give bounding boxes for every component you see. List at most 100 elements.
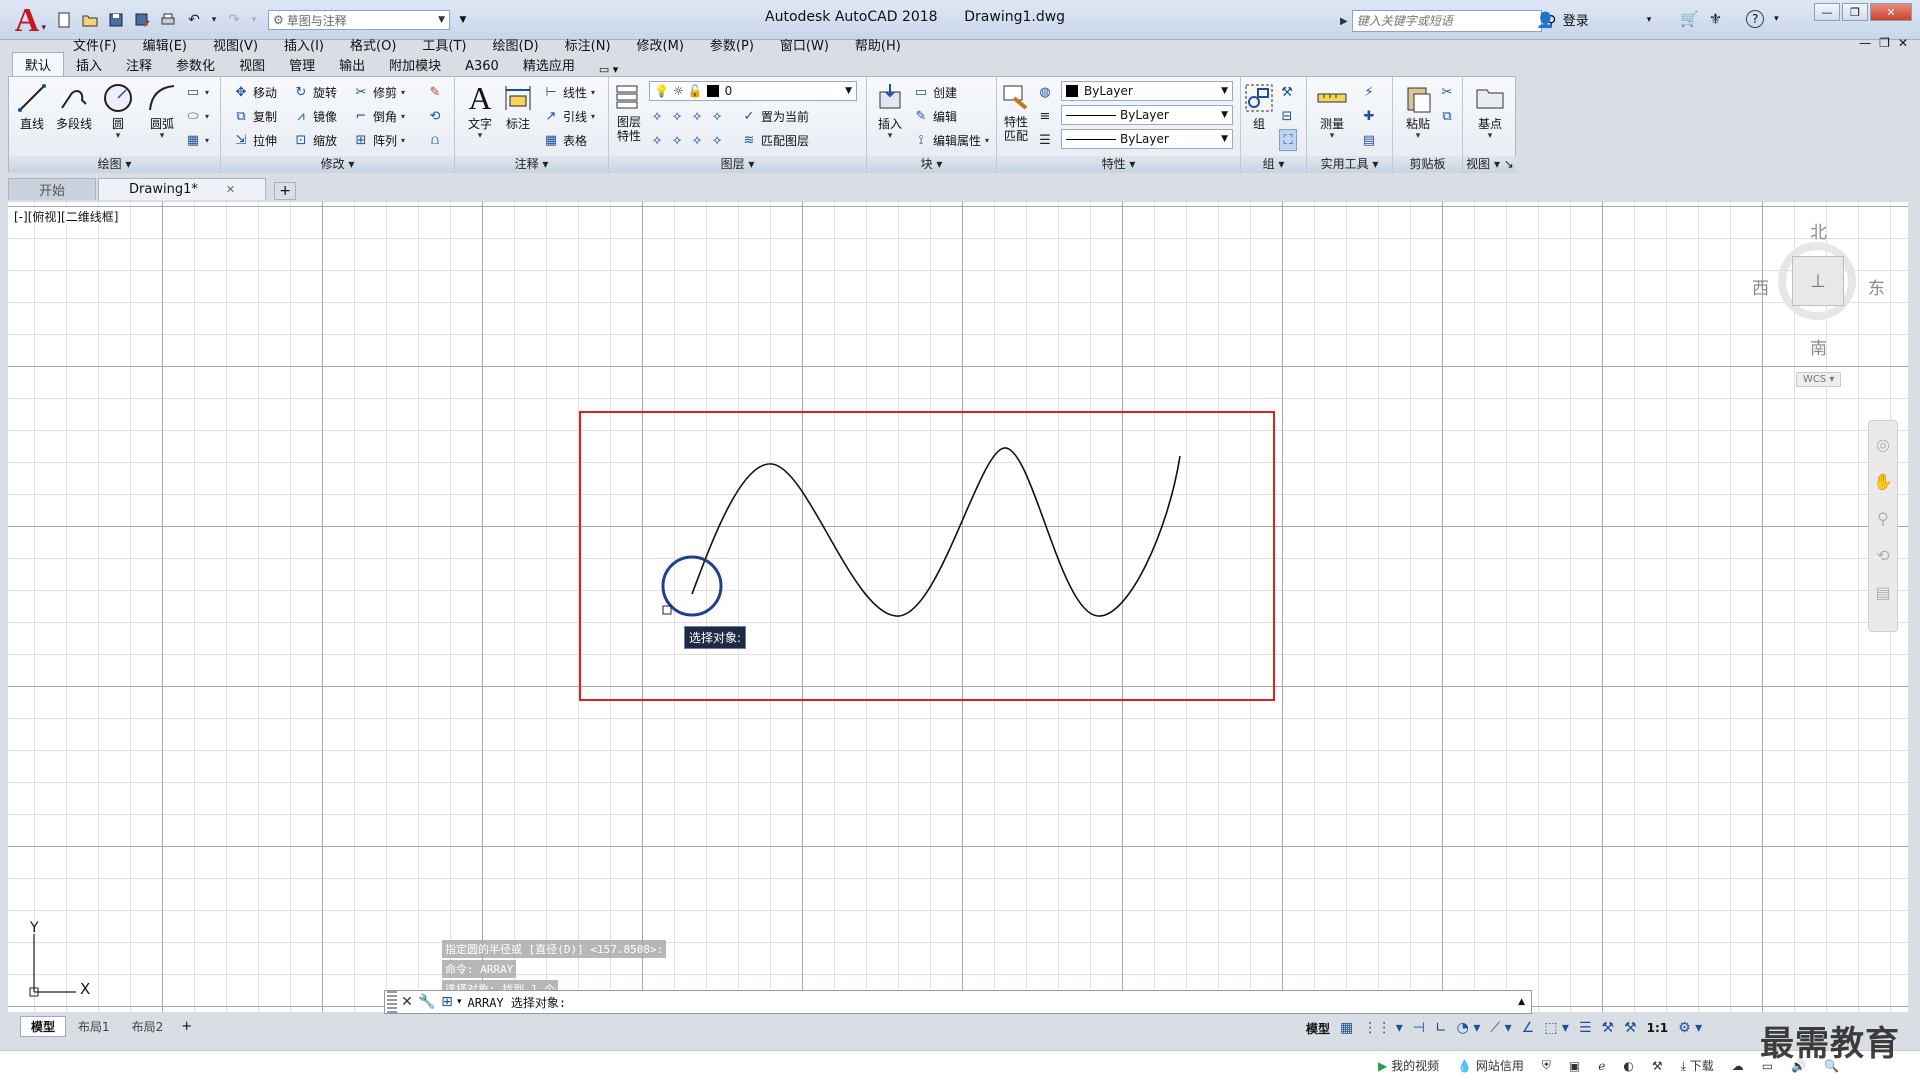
- doc-close-button[interactable]: ✕: [1898, 36, 1908, 50]
- screen-icon[interactable]: ▣: [1569, 1059, 1580, 1073]
- site-credit-item[interactable]: 💧 网站信用: [1457, 1057, 1524, 1074]
- menu-modify[interactable]: 修改(M): [624, 35, 697, 54]
- viewcube-north[interactable]: 北: [1810, 218, 1827, 243]
- rotate-button[interactable]: ↻ 旋转: [293, 81, 337, 103]
- menu-draw[interactable]: 绘图(D): [480, 35, 552, 54]
- tab-home[interactable]: 默认: [12, 52, 65, 76]
- lineweight-toggle-icon[interactable]: ☰: [1579, 1020, 1592, 1036]
- layer-freeze-icon[interactable]: ⟡: [689, 108, 705, 124]
- infer-constraints-icon[interactable]: ⊣: [1413, 1020, 1425, 1036]
- close-icon[interactable]: ✕: [226, 183, 235, 196]
- close-icon[interactable]: ✕: [397, 992, 417, 1012]
- tab-addins[interactable]: 附加模块: [377, 53, 453, 76]
- edit-block-button[interactable]: ✎ 编辑: [913, 105, 957, 127]
- linetype-select[interactable]: ByLayer ▼: [1061, 129, 1233, 149]
- tab-output[interactable]: 输出: [327, 53, 377, 76]
- boundary-button[interactable]: ▦ ▾: [185, 129, 209, 151]
- redo-icon[interactable]: ↷: [224, 10, 244, 30]
- edit-attributes-button[interactable]: ⟟ 编辑属性 ▾: [913, 129, 989, 151]
- erase-button[interactable]: ✎: [427, 81, 443, 103]
- rectangle-button[interactable]: ▭ ▾: [185, 81, 209, 103]
- offset-button[interactable]: ⩍: [427, 129, 443, 151]
- close-button[interactable]: ✕: [1870, 3, 1912, 21]
- panel-properties-title[interactable]: 特性 ▾: [997, 156, 1240, 173]
- copy-clip-button[interactable]: ⧉: [1439, 105, 1455, 127]
- signin-button[interactable]: 👤 登录 ▾: [1536, 10, 1651, 30]
- steering-wheel-icon[interactable]: ◎: [1876, 435, 1890, 454]
- panel-view-title[interactable]: 视图 ▾ ↘: [1463, 156, 1517, 173]
- workspace-select[interactable]: ⚙ 草图与注释 ▼: [268, 10, 450, 30]
- menu-insert[interactable]: 插入(I): [271, 35, 337, 54]
- set-current-button[interactable]: ✓ 置为当前: [741, 105, 809, 127]
- table-button[interactable]: ▦ 表格: [543, 129, 587, 151]
- object-snap-icon[interactable]: ⬚ ▾: [1544, 1020, 1569, 1036]
- color-select[interactable]: ByLayer ▼: [1061, 81, 1233, 101]
- menu-window[interactable]: 窗口(W): [767, 35, 842, 54]
- print-icon[interactable]: [158, 10, 178, 30]
- search-input[interactable]: [1351, 10, 1542, 32]
- paste-button[interactable]: 粘贴 ▾: [1397, 81, 1439, 141]
- viewcube[interactable]: 北 西 东 ⊥ 南 WCS ▾: [1748, 212, 1888, 387]
- chevron-down-icon[interactable]: ▾: [457, 997, 462, 1007]
- tab-drawing1[interactable]: Drawing1* ✕: [98, 178, 267, 200]
- download-item[interactable]: ⤓ 下载: [1681, 1057, 1714, 1074]
- model-space-button[interactable]: 模型: [1306, 1020, 1330, 1037]
- match-layer-button[interactable]: ≋ 匹配图层: [741, 129, 809, 151]
- cut-button[interactable]: ✂: [1439, 81, 1455, 103]
- customize-qat-icon[interactable]: ▼: [456, 10, 470, 30]
- layer-select[interactable]: 💡 ☼ 🔓 0 ▼: [649, 81, 857, 101]
- zoom-icon[interactable]: ⚲: [1877, 509, 1889, 528]
- mirror-button[interactable]: ⩘ 镜像: [293, 105, 337, 127]
- cloud-icon[interactable]: ☁: [1732, 1059, 1744, 1073]
- chevron-down-icon[interactable]: ▾: [1330, 132, 1335, 141]
- menu-file[interactable]: 文件(F): [60, 35, 130, 54]
- expand-search-icon[interactable]: ▶: [1340, 16, 1348, 27]
- layer-thaw-icon[interactable]: ⟡: [689, 132, 705, 148]
- undo-dropdown-icon[interactable]: ▾: [210, 10, 218, 30]
- cart-icon[interactable]: 🛒: [1680, 10, 1699, 28]
- panel-layers-title[interactable]: 图层 ▾: [609, 156, 866, 173]
- match-properties-button[interactable]: 特性 匹配: [999, 81, 1033, 143]
- viewcube-west[interactable]: 西: [1752, 274, 1769, 299]
- menu-edit[interactable]: 编辑(E): [130, 35, 200, 54]
- base-view-button[interactable]: 基点 ▾: [1469, 81, 1511, 141]
- group-edit-button[interactable]: ⊟: [1279, 105, 1295, 127]
- chevron-down-icon[interactable]: ▾: [1416, 132, 1421, 141]
- ribbon-minimize-icon[interactable]: ▭ ▾: [599, 63, 618, 76]
- gear-icon[interactable]: ⚙ ▾: [1678, 1020, 1702, 1036]
- save-icon[interactable]: [106, 10, 126, 30]
- help-icon[interactable]: ?: [1746, 10, 1765, 28]
- scale-button[interactable]: ⊡ 缩放: [293, 129, 337, 151]
- linetype-button[interactable]: ☰: [1037, 129, 1053, 151]
- drag-handle[interactable]: [387, 991, 397, 1013]
- menu-view[interactable]: 视图(V): [200, 35, 271, 54]
- shield-icon[interactable]: ⛨: [1542, 1058, 1551, 1073]
- ie-icon[interactable]: ℯ: [1598, 1059, 1605, 1073]
- calculator-button[interactable]: ▤: [1361, 129, 1377, 151]
- grid-icon[interactable]: ▦: [1340, 1020, 1353, 1036]
- chevron-down-icon[interactable]: ▾: [116, 132, 121, 141]
- isodraft-icon[interactable]: ⟋ ▾: [1490, 1020, 1511, 1036]
- annotation-scale-value[interactable]: 1:1: [1647, 1021, 1669, 1035]
- save-as-icon[interactable]: [132, 10, 152, 30]
- ortho-icon[interactable]: ∟: [1435, 1020, 1447, 1036]
- hatch-button[interactable]: ⬭ ▾: [185, 105, 209, 127]
- panel-annotation-title[interactable]: 注释 ▾: [455, 156, 608, 173]
- group-selection-toggle[interactable]: ⛶: [1279, 129, 1297, 151]
- viewcube-south[interactable]: 南: [1810, 334, 1827, 359]
- wrench-icon[interactable]: 🔧: [417, 992, 437, 1012]
- maximize-button[interactable]: ❐: [1842, 3, 1868, 21]
- lineweight-select[interactable]: ByLayer ▼: [1061, 105, 1233, 125]
- drawing-canvas[interactable]: [-][俯视][二维线框] 选择对象: 北 西 东 ⊥ 南 WCS ▾ ◎ ✋: [8, 202, 1908, 1012]
- array-button[interactable]: ⊞ 阵列 ▾: [353, 129, 405, 151]
- pan-icon[interactable]: ✋: [1873, 472, 1893, 491]
- panel-modify-title[interactable]: 修改 ▾: [221, 156, 454, 173]
- speed-icon[interactable]: ◐: [1623, 1059, 1633, 1073]
- layer-unisolate-icon[interactable]: ⟡: [669, 132, 685, 148]
- annotation-scale-icon[interactable]: ⚒: [1602, 1020, 1615, 1036]
- annotation-visibility-icon[interactable]: ⚒: [1624, 1020, 1637, 1036]
- orbit-icon[interactable]: ⟲: [1876, 546, 1889, 565]
- undo-icon[interactable]: ↶: [184, 10, 204, 30]
- layer-isolate-icon[interactable]: ⟡: [669, 108, 685, 124]
- tab-view[interactable]: 视图: [227, 53, 277, 76]
